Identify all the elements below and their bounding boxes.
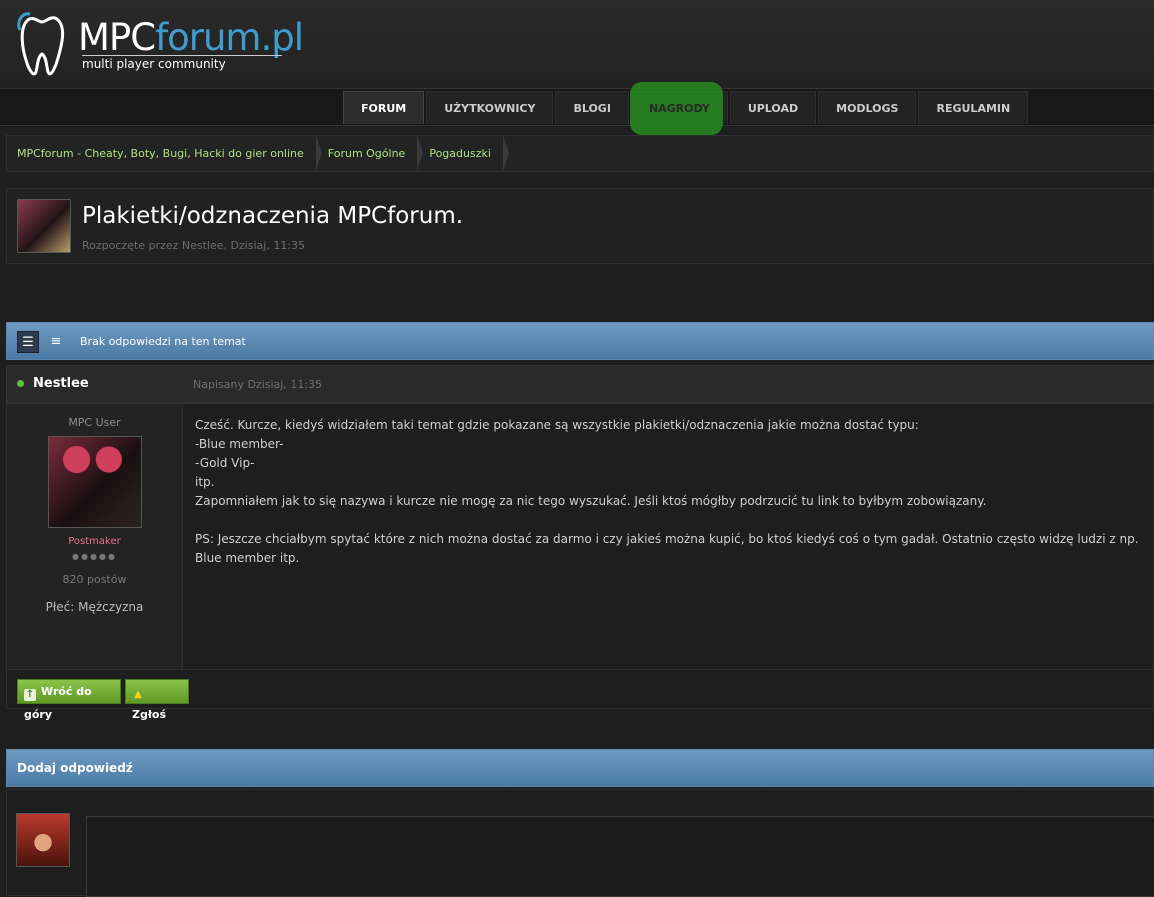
user-gender: Płeć: Mężczyzna bbox=[45, 600, 144, 614]
logo-forum: forum.pl bbox=[155, 16, 304, 59]
rank-pips-icon: ●●●●● bbox=[72, 552, 117, 561]
user-rank: Postmaker bbox=[68, 536, 121, 547]
linear-view-icon[interactable]: ≡ bbox=[45, 331, 67, 353]
report-label: Zgłoś bbox=[132, 708, 167, 721]
tab-nagrody[interactable]: NAGRODY bbox=[629, 82, 728, 135]
post-actions: ↑ Wróć do góry ▲ Zgłoś bbox=[7, 669, 1153, 721]
topic-meta: Rozpoczęte przez Nestlee, Dzisiaj, 11:35 bbox=[82, 239, 306, 252]
reply-area bbox=[6, 789, 1154, 897]
topic-toolbar: ☰ ≡ Brak odpowiedzi na ten temat bbox=[6, 322, 1154, 360]
tab-nagrody-label: NAGRODY bbox=[648, 102, 710, 115]
arrow-up-icon: ↑ bbox=[24, 689, 36, 701]
tab-uzytkownicy[interactable]: UŻYTKOWNICY bbox=[426, 91, 554, 124]
tab-forum[interactable]: FORUM bbox=[343, 91, 425, 124]
tab-upload[interactable]: UPLOAD bbox=[729, 91, 817, 124]
page-title: Plakietki/odznaczenia MPCforum. bbox=[82, 203, 464, 229]
post-body: MPC User Postmaker ●●●●● 820 postów Płeć… bbox=[6, 403, 1154, 721]
threaded-view-icon[interactable]: ☰ bbox=[17, 331, 39, 353]
breadcrumb-item-forum-ogolne[interactable]: Forum Ogólne bbox=[318, 135, 423, 172]
post-header: Nestlee Napisany Dzisiaj, 11:35 bbox=[6, 365, 1154, 403]
post-content: Cześć. Kurcze, kiedyś widziałem taki tem… bbox=[195, 418, 1139, 565]
reply-editor[interactable] bbox=[86, 816, 1154, 897]
post-count: 820 postów bbox=[62, 573, 127, 586]
breadcrumb-item-pogaduszki[interactable]: Pogaduszki bbox=[419, 135, 509, 172]
tooth-logo-icon bbox=[17, 12, 65, 76]
current-user-avatar bbox=[16, 813, 70, 867]
breadcrumb-item-home[interactable]: MPCforum - Cheaty, Boty, Bugi, Hacki do … bbox=[7, 135, 322, 172]
post-date: Napisany Dzisiaj, 11:35 bbox=[193, 378, 323, 391]
site-header: MPCforum.pl multi player community bbox=[0, 0, 1154, 88]
tab-blogi[interactable]: BLOGI bbox=[555, 91, 629, 124]
topic-header: Plakietki/odznaczenia MPCforum. Rozpoczę… bbox=[6, 188, 1154, 264]
avatar[interactable] bbox=[48, 436, 142, 528]
warning-icon: ▲ bbox=[134, 689, 142, 700]
tab-regulamin[interactable]: REGULAMIN bbox=[918, 91, 1029, 124]
nav-tabs: FORUM UŻYTKOWNICY BLOGI NAGRODY UPLOAD M… bbox=[343, 82, 1029, 135]
main-nav: FORUM UŻYTKOWNICY BLOGI NAGRODY UPLOAD M… bbox=[0, 82, 1154, 135]
report-button[interactable]: ▲ Zgłoś bbox=[125, 679, 189, 721]
logo-wordmark: MPCforum.pl bbox=[78, 16, 304, 59]
post-author[interactable]: Nestlee bbox=[33, 376, 89, 391]
no-replies-label: Brak odpowiedzi na ten temat bbox=[80, 335, 246, 348]
back-to-top-button[interactable]: ↑ Wróć do góry bbox=[17, 679, 121, 721]
site-logo[interactable]: MPCforum.pl multi player community bbox=[16, 8, 316, 80]
breadcrumb: MPCforum - Cheaty, Boty, Bugi, Hacki do … bbox=[6, 135, 1154, 172]
reply-title: Dodaj odpowiedź bbox=[17, 761, 133, 775]
author-info: MPC User Postmaker ●●●●● 820 postów Płeć… bbox=[7, 404, 183, 669]
logo-tagline: multi player community bbox=[82, 55, 282, 71]
online-status-icon bbox=[17, 380, 24, 387]
reply-header: Dodaj odpowiedź bbox=[6, 749, 1154, 787]
logo-mpc: MPC bbox=[78, 16, 156, 59]
tab-modlogs[interactable]: MODLOGS bbox=[818, 91, 917, 124]
topic-author-avatar[interactable] bbox=[17, 199, 71, 253]
user-group: MPC User bbox=[68, 416, 121, 429]
